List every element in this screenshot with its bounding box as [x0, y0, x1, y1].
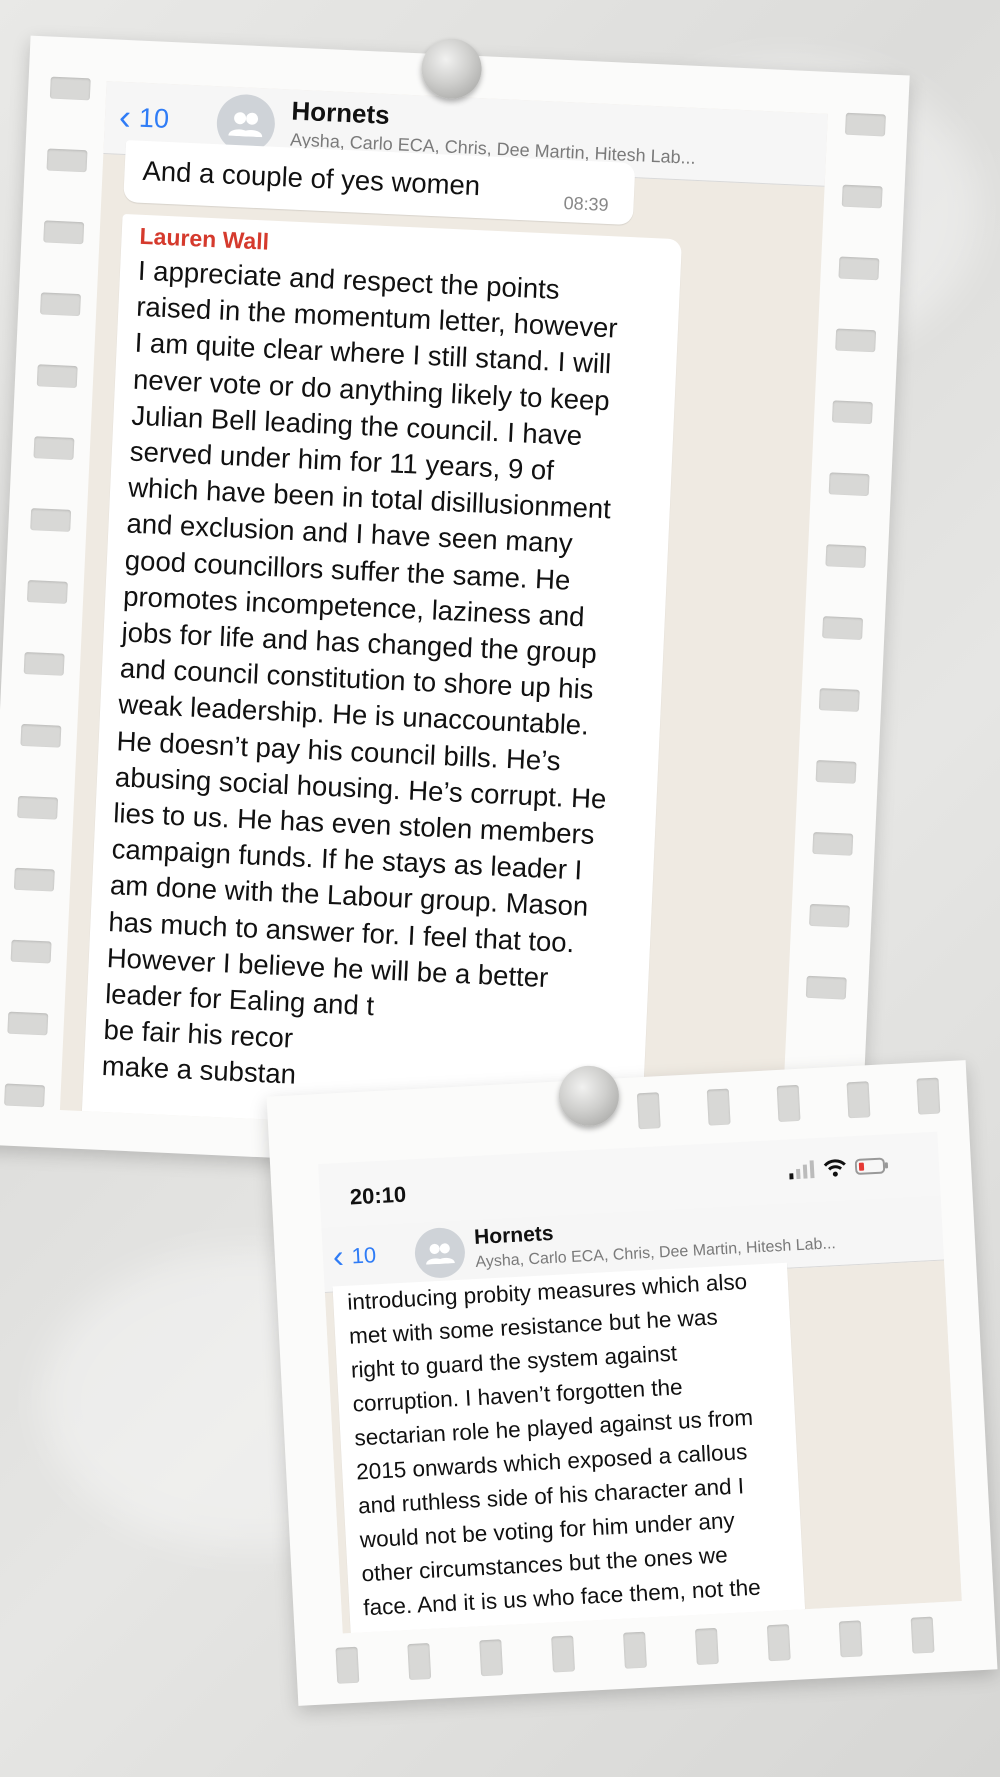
- film-hole: [818, 688, 860, 712]
- message-body: introducing probity measures which also m…: [347, 1265, 764, 1625]
- film-hole: [36, 364, 78, 389]
- signal-bars-icon: [789, 1160, 815, 1180]
- film-hole: [23, 651, 65, 676]
- film-hole: [766, 1624, 791, 1662]
- status-bar-time: 20:10: [349, 1181, 407, 1210]
- film-hole: [835, 328, 877, 353]
- sender-name[interactable]: Lauren Wall: [139, 223, 270, 256]
- film-hole: [706, 1088, 731, 1126]
- chat-area: introducing probity measures which also m…: [324, 1260, 962, 1634]
- film-hole: [838, 1620, 863, 1658]
- film-photo-card-1: ‹ 10 Hornets Aysha, Carlo ECA, Chris, Dee…: [0, 35, 910, 1185]
- film-hole: [825, 544, 867, 569]
- film-hole: [39, 292, 81, 317]
- film-hole: [33, 436, 75, 460]
- message-body: I appreciate and respect the points raise…: [101, 253, 630, 1107]
- message-bubble-continued[interactable]: introducing probity measures which also m…: [332, 1262, 806, 1634]
- film-hole: [623, 1631, 647, 1669]
- film-hole: [812, 831, 854, 856]
- film-hole: [841, 184, 883, 209]
- film-hole: [846, 1081, 871, 1119]
- group-avatar-icon[interactable]: [413, 1226, 467, 1280]
- film-hole: [828, 472, 870, 497]
- status-bar-icons: [789, 1156, 890, 1180]
- message-bubble-lauren-wall[interactable]: Lauren Wall I appreciate and respect the…: [79, 213, 683, 1143]
- film-hole: [910, 1616, 935, 1654]
- film-hole: [20, 723, 62, 748]
- film-hole: [30, 508, 72, 532]
- film-photo-card-2: 20:10 ‹ 10 Hornets Aysha, Carlo ECA, Chr…: [266, 1060, 998, 1706]
- wifi-icon: [823, 1159, 846, 1177]
- film-hole: [809, 903, 851, 928]
- film-hole: [805, 975, 847, 1000]
- unread-count: 10: [138, 102, 170, 134]
- people-icon: [228, 112, 263, 138]
- film-hole: [479, 1639, 504, 1677]
- chevron-left-icon: ‹: [118, 95, 132, 138]
- unread-count: 10: [350, 1242, 377, 1269]
- back-button[interactable]: ‹ 10: [118, 96, 170, 138]
- message-text: And a couple of yes women: [141, 154, 481, 202]
- group-name[interactable]: Hornets: [291, 96, 391, 131]
- film-hole: [46, 148, 88, 173]
- pushpin-icon: [420, 37, 483, 101]
- film-hole: [335, 1646, 360, 1684]
- message-time: 08:39: [563, 192, 610, 215]
- chevron-left-icon: ‹: [332, 1237, 345, 1275]
- film-hole: [776, 1084, 801, 1122]
- film-hole: [10, 939, 52, 964]
- film-hole: [694, 1627, 719, 1665]
- film-hole: [4, 1083, 46, 1108]
- film-hole: [17, 795, 59, 820]
- back-button[interactable]: ‹ 10: [332, 1238, 377, 1275]
- film-hole: [7, 1011, 49, 1036]
- film-hole: [822, 616, 864, 640]
- film-hole: [407, 1642, 432, 1681]
- film-hole: [831, 400, 873, 425]
- film-hole: [43, 220, 85, 245]
- film-hole: [838, 256, 880, 281]
- film-hole: [844, 112, 886, 137]
- chat-screenshot-2: 20:10 ‹ 10 Hornets Aysha, Carlo ECA, Chr…: [318, 1131, 962, 1634]
- people-icon: [426, 1243, 455, 1265]
- chat-screenshot-1: ‹ 10 Hornets Aysha, Carlo ECA, Chris, Dee…: [59, 81, 828, 1143]
- film-hole: [636, 1092, 661, 1130]
- film-hole: [815, 760, 857, 784]
- film-hole: [916, 1077, 941, 1115]
- group-name[interactable]: Hornets: [474, 1222, 555, 1250]
- film-hole: [49, 76, 91, 101]
- film-hole: [26, 580, 68, 604]
- film-hole: [551, 1635, 576, 1673]
- battery-low-icon: [854, 1157, 889, 1175]
- film-hole: [13, 867, 55, 892]
